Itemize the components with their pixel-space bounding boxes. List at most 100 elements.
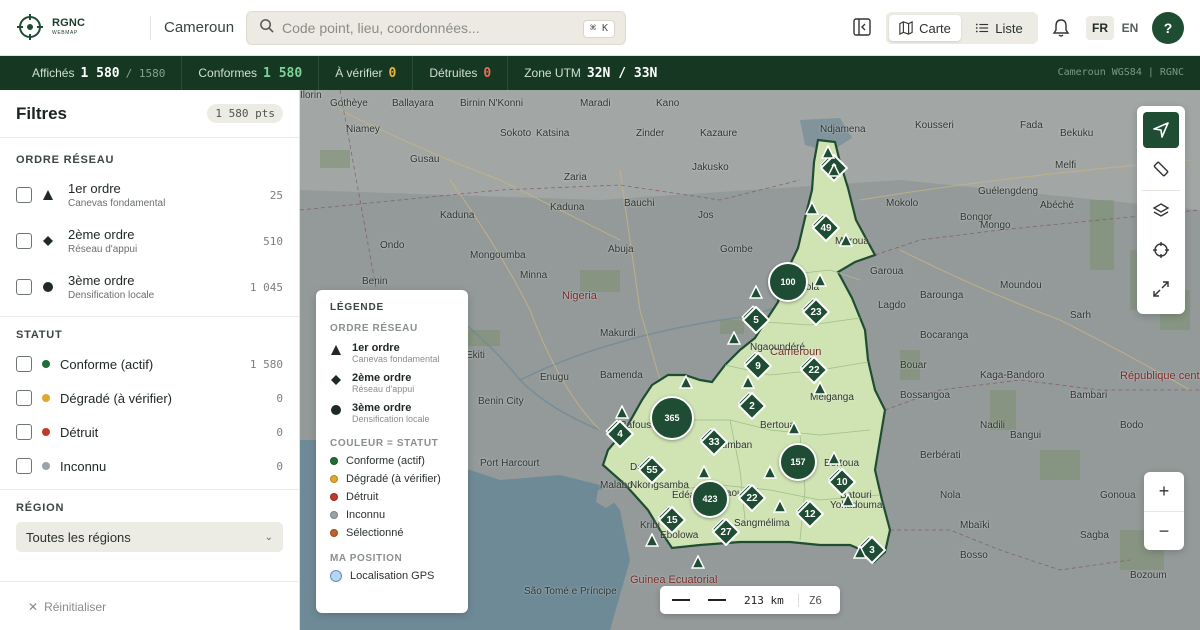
first-order-point-marker[interactable] xyxy=(838,232,854,252)
map-label: Bozoum xyxy=(1130,570,1167,581)
first-order-point-marker[interactable] xyxy=(614,404,630,424)
map-cluster-marker[interactable]: 4 xyxy=(606,420,634,448)
measure-tool-button[interactable] xyxy=(1143,151,1179,187)
first-order-point-marker[interactable] xyxy=(812,272,828,292)
locate-tool-button[interactable] xyxy=(1143,232,1179,268)
layers-tool-button[interactable] xyxy=(1143,193,1179,229)
first-order-point-marker[interactable] xyxy=(690,554,706,574)
first-order-point-marker[interactable] xyxy=(748,284,764,304)
status-filter-2[interactable]: Dégradé (à vérifier) 0 xyxy=(0,381,299,415)
search-bar[interactable]: ⌘ K xyxy=(246,11,626,45)
stat-displayed: Affichés 1 580 / 1580 xyxy=(0,56,183,90)
filter-checkbox[interactable] xyxy=(16,390,32,406)
circle-icon xyxy=(330,404,342,416)
status-filter-1[interactable]: Conforme (actif) 1 580 xyxy=(0,347,299,381)
map-view-button[interactable]: Carte xyxy=(889,15,961,41)
order-filter-3[interactable]: 3ème ordre Densification locale 1 045 xyxy=(0,264,299,310)
lang-fr-button[interactable]: FR xyxy=(1086,16,1114,40)
map-cluster-marker[interactable]: 423 xyxy=(691,480,729,518)
filter-checkbox[interactable] xyxy=(16,233,32,249)
status-filter-list: Conforme (actif) 1 580 Dégradé (à vérifier… xyxy=(0,347,299,483)
filter-checkbox[interactable] xyxy=(16,187,32,203)
filter-checkbox[interactable] xyxy=(16,458,32,474)
order-name: 2ème ordre xyxy=(68,227,135,242)
map-label: Bauchi xyxy=(624,198,655,209)
navigate-tool-button[interactable] xyxy=(1143,112,1179,148)
search-input[interactable] xyxy=(282,20,572,36)
user-avatar[interactable]: ? xyxy=(1152,12,1184,44)
map-label: Yokadouma xyxy=(830,500,883,511)
legend-status-name: Inconnu xyxy=(346,509,386,521)
map-cluster-marker[interactable]: 12 xyxy=(796,500,824,528)
map-label: Bossangoa xyxy=(900,390,951,401)
map-label: Gusau xyxy=(410,154,440,165)
fullscreen-tool-button[interactable] xyxy=(1143,271,1179,307)
search-shortcut: ⌘ K xyxy=(582,20,615,38)
collapse-sidebar-button[interactable] xyxy=(852,17,874,39)
map-label: Kousseri xyxy=(915,120,954,131)
filter-checkbox[interactable] xyxy=(16,424,32,440)
divider xyxy=(0,581,299,582)
map-cluster-marker[interactable]: 55 xyxy=(638,456,666,484)
first-order-point-marker[interactable] xyxy=(804,200,820,220)
map-cluster-marker[interactable]: 365 xyxy=(650,396,694,440)
first-order-point-marker[interactable] xyxy=(852,544,868,564)
order-name: 3ème ordre xyxy=(68,273,135,288)
map-cluster-marker[interactable]: 27 xyxy=(712,518,740,546)
map-cluster-marker[interactable]: 2 xyxy=(738,392,766,420)
stats-bar: Affichés 1 580 / 1580 Conformes 1 580 À … xyxy=(0,56,1200,90)
map-label: Bangui xyxy=(1010,430,1042,441)
map-cluster-marker[interactable]: 5 xyxy=(742,306,770,334)
map-cluster-marker[interactable]: 100 xyxy=(768,262,808,302)
map-cluster-marker[interactable]: 22 xyxy=(738,484,766,512)
first-order-point-marker[interactable] xyxy=(726,330,742,350)
app-logo[interactable]: RGNC WEBMAP xyxy=(16,13,85,41)
order-filter-list: 1er ordre Canevas fondamental 25 2ème ordre… xyxy=(0,172,299,310)
first-order-point-marker[interactable] xyxy=(820,144,836,164)
status-color-dot xyxy=(42,394,50,402)
zoom-out-button[interactable]: − xyxy=(1144,512,1184,551)
map-label: Minna xyxy=(520,270,548,281)
first-order-point-marker[interactable] xyxy=(644,532,660,552)
map-cluster-marker[interactable]: 157 xyxy=(779,443,817,481)
order-name: 1er ordre xyxy=(68,181,121,196)
filter-checkbox[interactable] xyxy=(16,279,32,295)
first-order-point-marker[interactable] xyxy=(840,492,856,512)
map-cluster-marker[interactable]: 22 xyxy=(800,356,828,384)
region-select[interactable]: Toutes les régions ⌄ xyxy=(16,522,283,552)
close-icon: ✕ xyxy=(28,600,39,614)
legend-order-sub: Densification locale xyxy=(352,414,430,424)
first-order-point-marker[interactable] xyxy=(696,464,712,484)
map-cluster-marker[interactable]: 10 xyxy=(828,468,856,496)
status-filter-3[interactable]: Détruit 0 xyxy=(0,415,299,449)
notifications-button[interactable] xyxy=(1052,18,1070,38)
first-order-point-marker[interactable] xyxy=(762,464,778,484)
zoom-in-button[interactable]: + xyxy=(1144,472,1184,511)
first-order-point-marker[interactable] xyxy=(826,162,842,182)
legend-status-name: Détruit xyxy=(346,491,379,503)
status-filter-4[interactable]: Inconnu 0 xyxy=(0,449,299,483)
reset-filters-button[interactable]: ✕ Réinitialiser xyxy=(28,600,106,614)
first-order-point-marker[interactable] xyxy=(772,498,788,518)
first-order-point-marker[interactable] xyxy=(786,420,802,440)
order-filter-1[interactable]: 1er ordre Canevas fondamental 25 xyxy=(0,172,299,218)
first-order-point-marker[interactable] xyxy=(740,374,756,394)
map-cluster-marker[interactable]: 23 xyxy=(802,298,830,326)
map-label: Jos xyxy=(698,210,714,221)
first-order-point-marker[interactable] xyxy=(826,450,842,470)
map-view-label: Carte xyxy=(919,20,951,36)
map-label: São Tomé e Príncipe xyxy=(524,586,617,597)
header-divider xyxy=(150,16,151,40)
filter-checkbox[interactable] xyxy=(16,356,32,372)
order-filter-2[interactable]: 2ème ordre Réseau d'appui 510 xyxy=(0,218,299,264)
lang-en-button[interactable]: EN xyxy=(1118,16,1142,40)
map-view[interactable]: Gothèye Ballayara Niamey Birnin N'Konni Mara… xyxy=(300,90,1200,630)
map-cluster-marker[interactable]: 33 xyxy=(700,428,728,456)
first-order-point-marker[interactable] xyxy=(812,380,828,400)
map-cluster-marker[interactable]: 15 xyxy=(658,506,686,534)
status-color-dot xyxy=(330,457,338,465)
list-view-button[interactable]: Liste xyxy=(963,15,1035,41)
crosshair-logo-icon xyxy=(16,13,44,41)
stat-displayed-total: / 1580 xyxy=(125,66,166,80)
first-order-point-marker[interactable] xyxy=(678,374,694,394)
